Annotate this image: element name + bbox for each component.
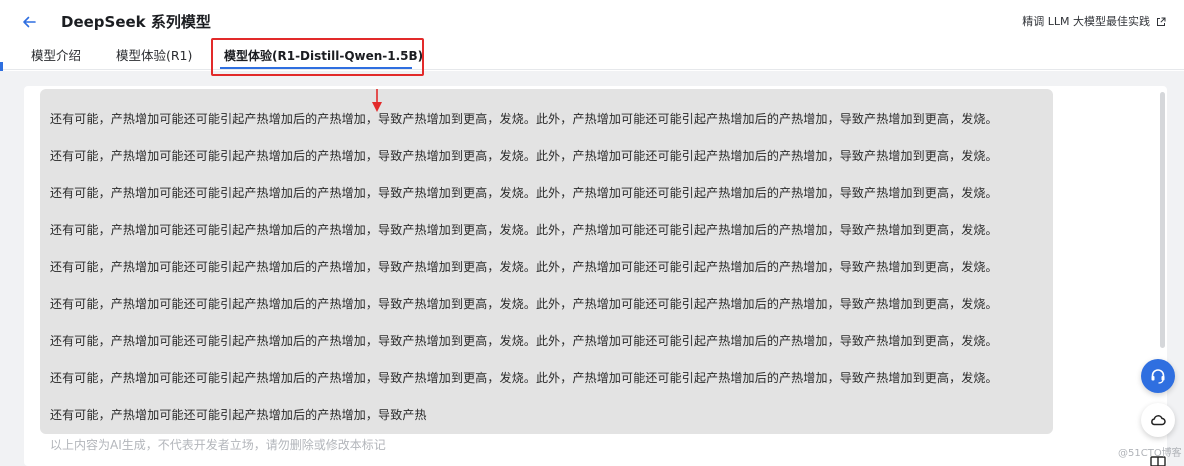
header-bar: DeepSeek 系列模型 精调 LLM 大模型最佳实践 模型介绍 模型体验(R… [0, 0, 1184, 70]
headset-icon [1151, 369, 1165, 384]
page: DeepSeek 系列模型 精调 LLM 大模型最佳实践 模型介绍 模型体验(R… [0, 0, 1184, 466]
response-line: 还有可能，产热增加可能还可能引起产热增加后的产热增加，导致产热增加到更高，发烧。… [50, 186, 998, 200]
arrow-left-icon [23, 16, 36, 28]
page-title: DeepSeek 系列模型 [61, 13, 211, 31]
response-line: 还有可能，产热增加可能还可能引起产热增加后的产热增加，导致产热增加到更高，发烧。… [50, 297, 998, 311]
support-button[interactable] [1141, 359, 1175, 393]
response-line: 还有可能，产热增加可能还可能引起产热增加后的产热增加，导致产热增加到更高，发烧。… [50, 260, 998, 274]
external-link-icon [1157, 17, 1166, 26]
back-button[interactable] [18, 11, 40, 33]
active-tab-annotation-box [211, 38, 424, 76]
response-line: 还有可能，产热增加可能还可能引起产热增加后的产热增加，导致产热增加到更高，发烧。… [50, 371, 998, 385]
best-practice-link[interactable]: 精调 LLM 大模型最佳实践 [1022, 13, 1166, 31]
scrollbar-thumb[interactable] [1160, 92, 1165, 348]
response-line: 还有可能，产热增加可能还可能引起产热增加后的产热增加，导致产热增加到更高，发烧。… [50, 334, 998, 348]
cloud-button[interactable] [1141, 403, 1175, 437]
response-line: 还有可能，产热增加可能还可能引起产热增加后的产热增加，导致产热增加到更高，发烧。… [50, 149, 998, 163]
response-line: 还有可能，产热增加可能还可能引起产热增加后的产热增加，导致产热增加到更高，发烧。… [50, 223, 998, 237]
watermark: @51CTO博客 [1118, 448, 1182, 459]
response-line: 还有可能，产热增加可能还可能引起产热增加后的产热增加，导致产热增加到更高，发烧。… [50, 112, 998, 126]
tab-model-intro[interactable]: 模型介绍 [31, 42, 81, 70]
cloud-icon [1151, 415, 1166, 426]
best-practice-label: 精调 LLM 大模型最佳实践 [1022, 15, 1150, 28]
red-arrow-down-icon [372, 89, 382, 112]
tab-model-experience-r1[interactable]: 模型体验(R1) [116, 42, 192, 70]
response-line: 还有可能，产热增加可能还可能引起产热增加后的产热增加，导致产热 [50, 408, 427, 422]
ai-response-block: 还有可能，产热增加可能还可能引起产热增加后的产热增加，导致产热增加到更高，发烧。… [40, 89, 1053, 434]
ai-disclaimer: 以上内容为AI生成，不代表开发者立场，请勿删除或修改本标记 [50, 438, 386, 452]
